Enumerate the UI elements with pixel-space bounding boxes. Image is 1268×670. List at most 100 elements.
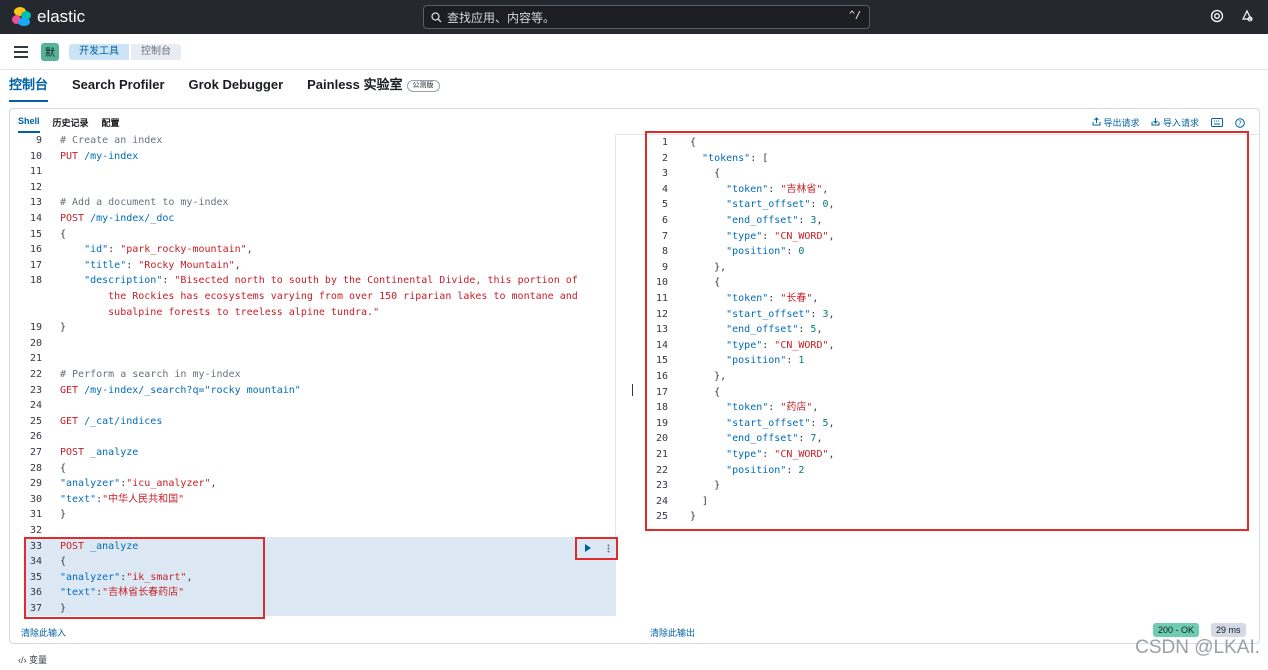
search-icon	[431, 11, 442, 22]
tab-console[interactable]: 控制台	[9, 70, 49, 102]
annotation-box-request	[24, 537, 265, 619]
line-content: }	[60, 322, 67, 334]
newsfeed-icon[interactable]	[1240, 9, 1254, 23]
editor-line: 14 POST /my-index/_doc	[10, 211, 615, 227]
subtab-config[interactable]: 配置	[102, 116, 120, 133]
line-number: 31	[29, 509, 42, 521]
editor-line: subalpine forests to treeless alpine tun…	[10, 305, 615, 321]
line-content: PUT /my-index	[60, 150, 139, 162]
beta-badge: 公测版	[406, 79, 440, 92]
subtab-history[interactable]: 历史记录	[53, 116, 89, 133]
devtools-tabs: 控制台 Search Profiler Grok Debugger Painle…	[0, 70, 1268, 102]
variables-label: 变量	[29, 655, 48, 665]
line-number: 30	[29, 493, 42, 505]
import-label: 导入请求	[1162, 118, 1199, 128]
line-number: 25	[29, 415, 42, 427]
line-content: # Perform a search in my-index	[60, 369, 241, 380]
elastic-logo[interactable]: elastic	[12, 7, 85, 27]
line-number: 27	[29, 447, 42, 458]
space-avatar[interactable]: 默	[41, 42, 59, 61]
line-number: 20	[29, 337, 42, 349]
tab-search-profiler[interactable]: Search Profiler	[72, 70, 165, 102]
line-content: GET /_cat/indices	[60, 415, 163, 427]
editor-line: 20	[10, 336, 615, 352]
svg-text:?: ?	[1238, 119, 1242, 127]
line-number: 26	[29, 431, 42, 443]
line-number: 15	[29, 228, 42, 240]
line-number: 24	[29, 400, 42, 412]
editor-line: 22 # Perform a search in my-index	[10, 367, 615, 383]
search-placeholder: 查找应用、内容等。	[447, 10, 556, 25]
editor-line: 11	[10, 164, 615, 180]
line-number: 18	[29, 275, 42, 287]
line-content: {	[60, 462, 67, 474]
editor-line: 13 # Add a document to my-index	[10, 195, 615, 211]
clear-input-link[interactable]: 清除此输入	[21, 626, 66, 639]
breadcrumb-bar: 默 开发工具 控制台	[0, 34, 1268, 70]
line-number: 29	[29, 478, 42, 490]
tab-grok-debugger[interactable]: Grok Debugger	[189, 70, 284, 102]
line-number: 10	[29, 150, 42, 162]
annotation-box-run	[575, 537, 618, 560]
editor-line: 17 "title": "Rocky Mountain",	[10, 258, 615, 274]
line-number: 28	[29, 462, 42, 474]
line-content: the Rockies has ecosystems varying from …	[60, 291, 578, 302]
editor-line: 25 GET /_cat/indices	[10, 414, 615, 430]
line-content: # Add a document to my-index	[60, 197, 229, 209]
line-content: "description": "Bisected north to south …	[60, 275, 578, 287]
line-number: 21	[29, 353, 42, 365]
annotation-box-output	[645, 131, 1249, 531]
menu-button[interactable]	[14, 45, 28, 58]
import-requests-button[interactable]: 导入请求	[1151, 116, 1199, 129]
editor-line: 18 "description": "Bisected north to sou…	[10, 273, 615, 289]
line-number: 16	[29, 244, 42, 256]
search-shortcut: ^/	[848, 10, 861, 21]
line-content: POST /my-index/_doc	[60, 213, 175, 224]
tab-label: Search Profiler	[72, 77, 165, 92]
editor-line: 9 # Create an index	[10, 134, 615, 149]
top-header: elastic 查找应用、内容等。 ^/	[0, 0, 1268, 34]
line-content: "id": "park_rocky-mountain",	[60, 244, 253, 256]
editor-line: 27 POST _analyze	[10, 445, 615, 461]
line-content: "analyzer":"icu_analyzer",	[60, 478, 217, 490]
line-content: "title": "Rocky Mountain",	[60, 259, 241, 271]
editor-line: 12	[10, 180, 615, 196]
editor-line: 16 "id": "park_rocky-mountain",	[10, 242, 615, 258]
breadcrumb-dev-tools[interactable]: 开发工具	[69, 43, 129, 60]
editor-line: 28 {	[10, 461, 615, 477]
line-content: POST _analyze	[60, 447, 139, 458]
line-content: # Create an index	[60, 135, 163, 146]
line-number: 12	[29, 181, 42, 193]
line-content: "text":"中华人民共和国"	[60, 493, 185, 505]
export-icon	[1092, 117, 1101, 126]
editor-line: 26	[10, 429, 615, 445]
keyboard-icon[interactable]	[1211, 118, 1223, 127]
editor-line: 24	[10, 398, 615, 414]
breadcrumb-console: 控制台	[131, 43, 181, 60]
global-search-input[interactable]: 查找应用、内容等。 ^/	[423, 5, 870, 29]
export-label: 导出请求	[1103, 118, 1140, 128]
subtab-shell[interactable]: Shell	[18, 116, 40, 133]
line-number: 9	[35, 135, 42, 146]
variables-button[interactable]: ‹/› 变量	[18, 653, 47, 666]
line-content: subalpine forests to treeless alpine tun…	[60, 306, 380, 318]
tab-painless-lab[interactable]: Painless 实验室 公测版	[307, 70, 440, 102]
line-number: 22	[29, 369, 42, 380]
help-icon[interactable]	[1210, 9, 1224, 23]
line-content: {	[60, 228, 67, 240]
watermark: CSDN @LKAI.	[1135, 637, 1260, 658]
line-number: 17	[29, 259, 42, 271]
editor-line: 31}	[10, 507, 615, 523]
line-number: 14	[29, 213, 42, 224]
export-requests-button[interactable]: 导出请求	[1092, 116, 1140, 129]
editor-line: 29 "analyzer":"icu_analyzer",	[10, 476, 615, 492]
editor-line: 10 PUT /my-index	[10, 149, 615, 165]
duration-badge: 29 ms	[1211, 623, 1246, 637]
help-circle-icon[interactable]: ?	[1235, 117, 1245, 128]
editor-line: 15 {	[10, 227, 615, 243]
line-number: 19	[29, 322, 42, 334]
editor-line: 21	[10, 351, 615, 367]
clear-output-link[interactable]: 清除此输出	[650, 626, 695, 639]
line-content: }	[60, 509, 67, 521]
pane-resizer[interactable]	[632, 384, 633, 396]
